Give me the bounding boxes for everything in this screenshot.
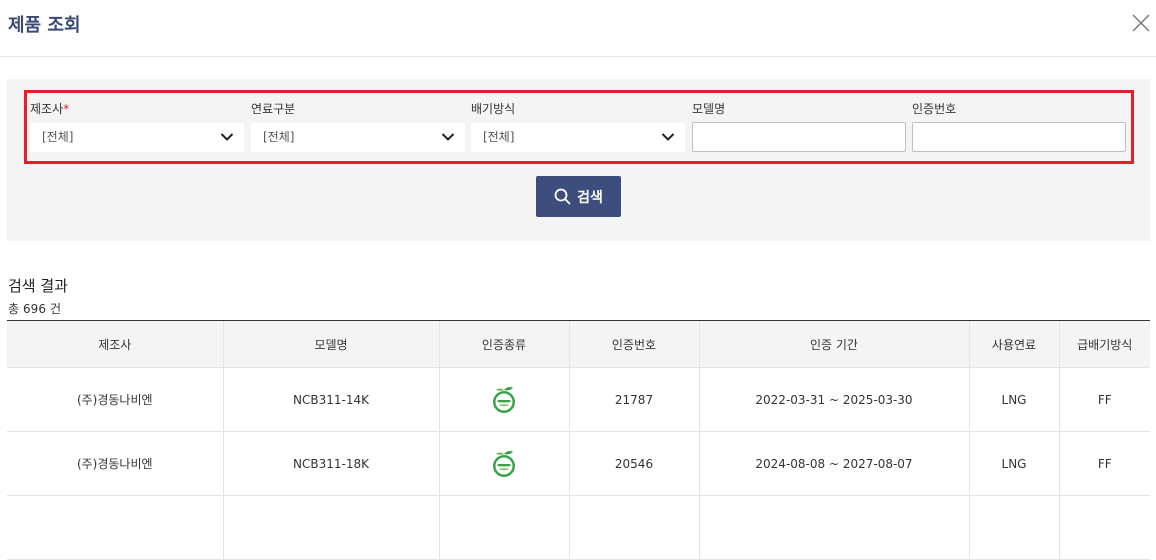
manufacturer-field: 제조사* [전체] bbox=[30, 101, 244, 152]
search-icon bbox=[554, 188, 571, 205]
cell-cert-type bbox=[438, 367, 569, 432]
cell-cert-no: 21787 bbox=[568, 367, 699, 432]
results-table: 제조사 모델명 인증종류 인증번호 인증 기간 사용연료 급배기방식 (주)경동… bbox=[7, 320, 1150, 560]
column-header[interactable]: 사용연료 bbox=[968, 320, 1059, 368]
cell-cert-no bbox=[568, 495, 699, 560]
table-row[interactable]: (주)경동나비엔 NCB311-18K 20546 2024-08-08 ~ 2… bbox=[7, 431, 1150, 496]
cert-no-input[interactable] bbox=[912, 122, 1126, 152]
count-prefix: 총 bbox=[8, 302, 20, 316]
cell-manufacturer bbox=[7, 495, 223, 560]
cert-no-field: 인증번호 bbox=[912, 101, 1126, 152]
fuel-select-value: [전체] bbox=[263, 130, 295, 144]
model-label: 모델명 bbox=[692, 102, 726, 116]
cell-model bbox=[222, 495, 439, 560]
table-header-row: 제조사 모델명 인증종류 인증번호 인증 기간 사용연료 급배기방식 bbox=[7, 320, 1150, 368]
model-field: 모델명 bbox=[692, 101, 906, 152]
exhaust-label: 배기방식 bbox=[471, 102, 516, 116]
cell-fuel: LNG bbox=[968, 431, 1059, 496]
column-header[interactable]: 인증 기간 bbox=[698, 320, 969, 368]
eco-certification-badge-icon bbox=[493, 386, 515, 413]
results-title: 검색 결과 bbox=[8, 277, 68, 295]
cell-manufacturer: (주)경동나비엔 bbox=[7, 367, 223, 432]
chevron-down-icon bbox=[441, 133, 455, 141]
table-row[interactable]: (주)경동나비엔 NCB311-14K 21787 2022-03-31 ~ 2… bbox=[7, 367, 1150, 432]
close-icon[interactable] bbox=[1130, 12, 1152, 34]
manufacturer-select-value: [전체] bbox=[42, 130, 74, 144]
cell-manufacturer: (주)경동나비엔 bbox=[7, 431, 223, 496]
chevron-down-icon bbox=[220, 133, 234, 141]
exhaust-field: 배기방식 [전체] bbox=[471, 101, 685, 152]
cell-period: 2024-08-08 ~ 2027-08-07 bbox=[698, 431, 969, 496]
column-header[interactable]: 인증번호 bbox=[568, 320, 699, 368]
table-row[interactable] bbox=[7, 495, 1150, 560]
cell-cert-type bbox=[438, 431, 569, 496]
cell-fuel bbox=[968, 495, 1059, 560]
fuel-field: 연료구분 [전체] bbox=[251, 101, 465, 152]
page-title: 제품 조회 bbox=[8, 15, 81, 36]
cell-fuel: LNG bbox=[968, 367, 1059, 432]
modal-header: 제품 조회 bbox=[0, 0, 1156, 57]
model-input[interactable] bbox=[692, 122, 906, 152]
manufacturer-select[interactable]: [전체] bbox=[30, 123, 244, 152]
column-header[interactable]: 급배기방식 bbox=[1058, 320, 1150, 368]
required-mark: * bbox=[63, 102, 70, 116]
search-button[interactable]: 검색 bbox=[536, 176, 621, 217]
manufacturer-label: 제조사 bbox=[30, 102, 64, 116]
results-count: 총 696 건 bbox=[8, 300, 65, 317]
cell-period bbox=[698, 495, 969, 560]
cell-model: NCB311-14K bbox=[222, 367, 439, 432]
cell-model: NCB311-18K bbox=[222, 431, 439, 496]
search-filter-panel: 제조사* [전체] 연료구분 [전체] 배기방식 [전체] 모델명 인증번호 검… bbox=[7, 79, 1150, 241]
column-header[interactable]: 인증종류 bbox=[438, 320, 569, 368]
count-suffix: 건 bbox=[49, 302, 61, 316]
chevron-down-icon bbox=[661, 133, 675, 141]
cell-period: 2022-03-31 ~ 2025-03-30 bbox=[698, 367, 969, 432]
column-header[interactable]: 모델명 bbox=[222, 320, 439, 368]
fuel-select[interactable]: [전체] bbox=[251, 123, 465, 152]
exhaust-select-value: [전체] bbox=[483, 130, 515, 144]
exhaust-select[interactable]: [전체] bbox=[471, 123, 685, 152]
cell-exhaust: FF bbox=[1058, 367, 1150, 432]
cell-cert-no: 20546 bbox=[568, 431, 699, 496]
cell-exhaust: FF bbox=[1058, 431, 1150, 496]
cell-cert-type bbox=[438, 495, 569, 560]
count-value: 696 bbox=[23, 302, 46, 316]
fuel-label: 연료구분 bbox=[251, 102, 296, 116]
cert-no-label: 인증번호 bbox=[912, 102, 957, 116]
column-header[interactable]: 제조사 bbox=[7, 320, 223, 368]
cell-exhaust bbox=[1058, 495, 1150, 560]
search-button-label: 검색 bbox=[577, 189, 603, 206]
eco-certification-badge-icon bbox=[493, 450, 515, 477]
